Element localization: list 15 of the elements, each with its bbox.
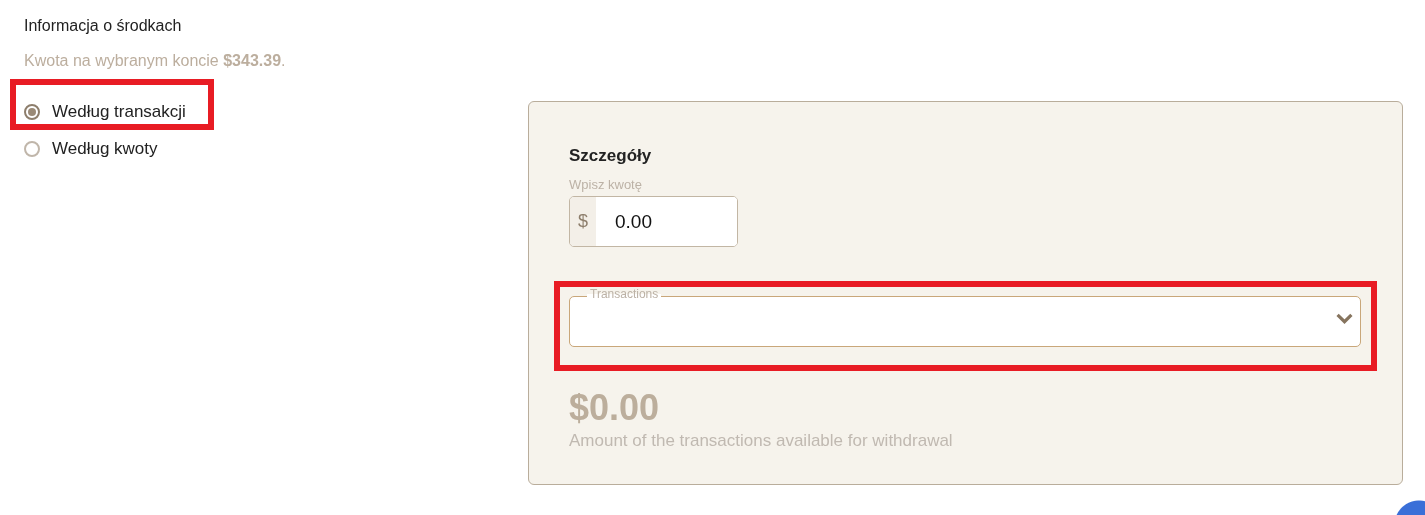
balance-text: Kwota na wybranym koncie $343.39. [24, 52, 287, 70]
radio-button[interactable] [24, 103, 40, 120]
chat-button[interactable] [1394, 500, 1425, 515]
radio-option[interactable]: Według kwoty [24, 138, 158, 159]
panel-title: Szczegóły [569, 146, 653, 166]
chevron-down-icon [1336, 313, 1353, 324]
currency-prefix: $ [570, 197, 596, 246]
section-title: Informacja o środkach [24, 17, 183, 36]
radio-button[interactable] [24, 140, 40, 157]
total-amount: $0.00 [569, 387, 661, 429]
field-label: Wpisz kwotę [569, 177, 643, 192]
amount-field[interactable]: $ 0.00 [569, 196, 738, 247]
select-label: Transactions [587, 287, 662, 301]
total-caption: Amount of the transactions available for withdrawal [569, 431, 954, 451]
radio-option[interactable]: Według transakcji [24, 101, 186, 122]
